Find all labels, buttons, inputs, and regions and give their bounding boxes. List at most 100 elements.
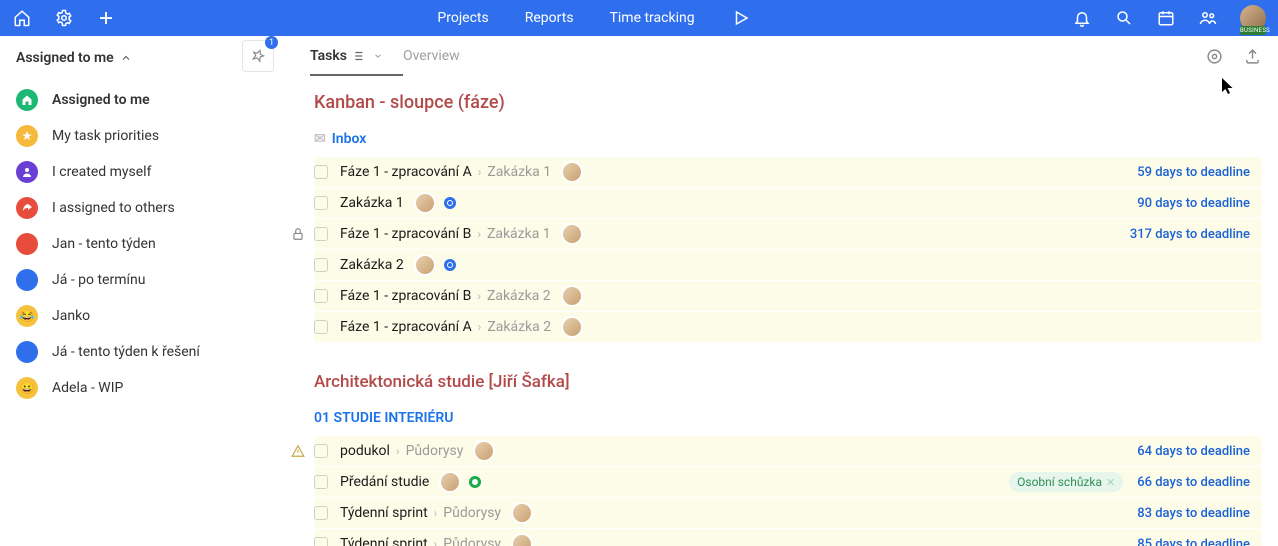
task-row[interactable]: podukol›Půdorysy64 days to deadline <box>314 436 1262 466</box>
sidebar-item-icon <box>16 89 38 111</box>
sidebar-item[interactable]: I assigned to others <box>16 190 224 226</box>
task-row[interactable]: Fáze 1 - zpracování A›Zakázka 2 <box>314 312 1262 342</box>
task-checkbox[interactable] <box>314 227 328 241</box>
pin-badge: 1 <box>265 36 278 49</box>
tab-overview[interactable]: Overview <box>403 40 460 72</box>
main: 1 Tasks Overview Kanban - sloupce (fáze) <box>224 36 1278 546</box>
sidebar-item[interactable]: I created myself <box>16 154 224 190</box>
task-checkbox[interactable] <box>314 444 328 458</box>
nav-projects[interactable]: Projects <box>437 10 488 26</box>
task-checkbox[interactable] <box>314 320 328 334</box>
path-separator: › <box>396 444 400 458</box>
task-deadline: 317 days to deadline <box>1130 227 1250 242</box>
status-indicator <box>444 259 456 271</box>
task-checkbox[interactable] <box>314 506 328 520</box>
task-checkbox[interactable] <box>314 196 328 210</box>
assignee-avatar[interactable] <box>561 316 583 338</box>
assignee-avatar[interactable] <box>414 254 436 276</box>
settings-icon[interactable] <box>1204 46 1224 66</box>
tab-overview-label: Overview <box>403 48 460 64</box>
tag-pill[interactable]: Osobní schůzka✕ <box>1009 472 1123 492</box>
tabs-row: 1 Tasks Overview <box>224 36 1278 76</box>
sidebar-item-label: Já - po termínu <box>52 272 145 288</box>
sidebar-item-icon <box>16 161 38 183</box>
search-icon[interactable] <box>1114 8 1134 28</box>
sidebar-item[interactable]: Já - po termínu <box>16 262 224 298</box>
path-separator: › <box>434 537 438 546</box>
pin-filter[interactable]: 1 <box>242 40 274 72</box>
sidebar-item-label: I created myself <box>52 164 151 180</box>
share-icon[interactable] <box>1242 46 1262 66</box>
sidebar-item[interactable]: 😂Janko <box>16 298 224 334</box>
people-icon[interactable] <box>1198 8 1218 28</box>
tab-tasks-label: Tasks <box>310 48 347 64</box>
task-path: Zakázka 2 <box>487 288 551 304</box>
nav-reports[interactable]: Reports <box>525 10 574 26</box>
task-row[interactable]: Zakázka 2 <box>314 250 1262 280</box>
plus-icon[interactable] <box>96 8 116 28</box>
user-avatar[interactable]: BUSINESS <box>1240 5 1266 31</box>
task-row[interactable]: Fáze 1 - zpracování B›Zakázka 2 <box>314 281 1262 311</box>
sidebar-item[interactable]: 😀Adela - WIP <box>16 370 224 406</box>
chevron-down-icon <box>373 51 383 61</box>
task-name: Týdenní sprint <box>340 536 428 546</box>
sidebar-item-label: I assigned to others <box>52 200 175 216</box>
subgroup-inbox[interactable]: ✉ Inbox <box>314 131 1262 147</box>
sidebar-item[interactable]: Já - tento týden k řešení <box>16 334 224 370</box>
assignee-avatar[interactable] <box>561 223 583 245</box>
assignee-avatar[interactable] <box>473 440 495 462</box>
play-icon[interactable] <box>731 8 751 28</box>
task-row[interactable]: Fáze 1 - zpracování B›Zakázka 1317 days … <box>314 219 1262 249</box>
topbar: Projects Reports Time tracking BUSINESS <box>0 0 1278 36</box>
sidebar-item[interactable]: Assigned to me <box>16 82 224 118</box>
task-row[interactable]: Týdenní sprint›Půdorysy85 days to deadli… <box>314 529 1262 546</box>
assignee-avatar[interactable] <box>511 502 533 524</box>
task-path: Zakázka 1 <box>487 164 551 180</box>
assignee-avatar[interactable] <box>439 471 461 493</box>
task-checkbox[interactable] <box>314 475 328 489</box>
assignee-avatar[interactable] <box>511 533 533 546</box>
assignee-avatar[interactable] <box>414 192 436 214</box>
sidebar-item-label: Adela - WIP <box>52 380 123 396</box>
chevron-up-icon <box>120 52 132 64</box>
subgroup-studie[interactable]: 01 STUDIE INTERIÉRU <box>314 410 1262 426</box>
task-path: Zakázka 1 <box>487 226 551 242</box>
topbar-left <box>12 8 116 28</box>
task-name: Zakázka 2 <box>340 257 404 273</box>
home-icon[interactable] <box>12 8 32 28</box>
task-name: podukol <box>340 443 390 459</box>
task-checkbox[interactable] <box>314 289 328 303</box>
subgroup-label: Inbox <box>332 131 367 147</box>
nav-time-tracking[interactable]: Time tracking <box>610 10 695 26</box>
sidebar-item-icon <box>16 197 38 219</box>
task-row[interactable]: Fáze 1 - zpracování A › Zakázka 1 59 days t… <box>314 157 1262 187</box>
sidebar-item[interactable]: Jan - tento týden <box>16 226 224 262</box>
gear-icon[interactable] <box>54 8 74 28</box>
task-checkbox[interactable] <box>314 258 328 272</box>
task-name: Fáze 1 - zpracování A <box>340 164 472 180</box>
task-row[interactable]: Předání studieOsobní schůzka✕66 days to … <box>314 467 1262 497</box>
path-separator: › <box>478 165 482 179</box>
assignee-avatar[interactable] <box>561 285 583 307</box>
task-deadline: 66 days to deadline <box>1137 475 1250 490</box>
task-row[interactable]: Týdenní sprint›Půdorysy83 days to deadli… <box>314 498 1262 528</box>
sidebar-header[interactable]: Assigned to me <box>16 50 224 66</box>
status-indicator <box>469 476 481 488</box>
tab-tasks[interactable]: Tasks <box>310 40 383 72</box>
task-checkbox[interactable] <box>314 537 328 546</box>
sidebar-item[interactable]: My task priorities <box>16 118 224 154</box>
task-row[interactable]: Zakázka 190 days to deadline <box>314 188 1262 218</box>
topbar-center: Projects Reports Time tracking <box>116 8 1072 28</box>
calendar-icon[interactable] <box>1156 8 1176 28</box>
task-name: Fáze 1 - zpracování B <box>340 226 471 242</box>
task-path: Půdorysy <box>443 505 501 521</box>
group-title-2[interactable]: Architektonická studie [Jiří Šafka] <box>314 372 1262 392</box>
tag-remove-icon[interactable]: ✕ <box>1106 476 1115 489</box>
task-deadline: 59 days to deadline <box>1137 165 1250 180</box>
task-checkbox[interactable] <box>314 165 328 179</box>
envelope-icon: ✉ <box>314 131 326 147</box>
bell-icon[interactable] <box>1072 8 1092 28</box>
group-title[interactable]: Kanban - sloupce (fáze) <box>314 92 1262 113</box>
subgroup-label-2: 01 STUDIE INTERIÉRU <box>314 410 453 426</box>
assignee-avatar[interactable] <box>561 161 583 183</box>
